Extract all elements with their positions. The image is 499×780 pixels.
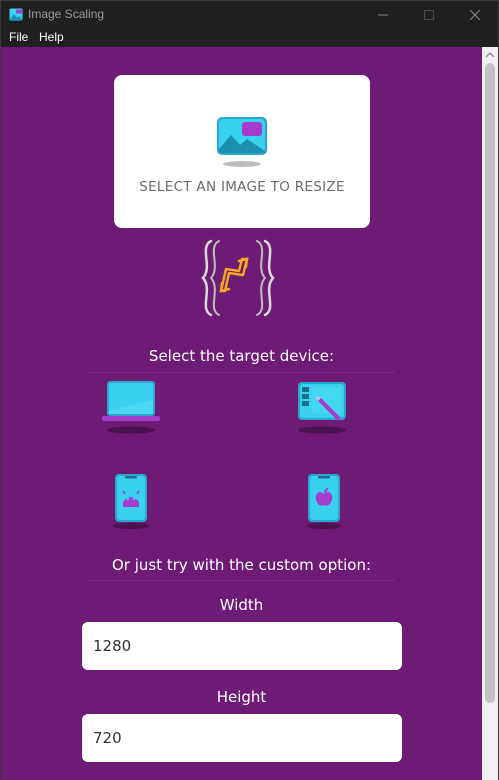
menu-file[interactable]: File <box>9 30 28 44</box>
app-logo-icon <box>9 8 23 21</box>
scroll-thumb[interactable] <box>485 63 495 703</box>
close-icon <box>470 9 480 20</box>
select-image-label: SELECT AN IMAGE TO RESIZE <box>139 179 345 195</box>
scroll-up-button[interactable] <box>482 47 498 63</box>
menu-bar: File Help <box>1 28 498 47</box>
vertical-scrollbar[interactable] <box>482 47 498 780</box>
app-window: Image Scaling File Help SELECT AN IMAGE … <box>0 0 499 780</box>
main-content: SELECT AN IMAGE TO RESIZE Select the tar… <box>1 47 482 780</box>
width-input[interactable] <box>82 622 402 670</box>
window-title: Image Scaling <box>28 7 105 21</box>
image-icon <box>217 117 267 167</box>
apple-phone-icon[interactable] <box>302 472 346 530</box>
height-input[interactable] <box>82 714 402 762</box>
close-button[interactable] <box>452 1 498 28</box>
target-device-label: Select the target device: <box>148 347 335 365</box>
laptop-icon[interactable] <box>102 380 160 434</box>
divider <box>88 372 395 373</box>
tablet-icon[interactable] <box>295 380 349 434</box>
divider <box>88 580 395 581</box>
height-label: Height <box>216 688 267 706</box>
maximize-icon <box>424 9 434 20</box>
maximize-button[interactable] <box>406 1 452 28</box>
scaling-logo-icon <box>201 239 275 317</box>
android-phone-icon[interactable] <box>109 472 153 530</box>
minimize-button[interactable] <box>360 1 406 28</box>
custom-option-label: Or just try with the custom option: <box>111 556 372 574</box>
menu-help[interactable]: Help <box>39 30 64 44</box>
minimize-icon <box>378 14 388 15</box>
title-bar[interactable]: Image Scaling <box>1 1 498 28</box>
width-label: Width <box>219 596 264 614</box>
select-image-card[interactable]: SELECT AN IMAGE TO RESIZE <box>114 75 370 228</box>
chevron-up-icon <box>486 52 494 58</box>
